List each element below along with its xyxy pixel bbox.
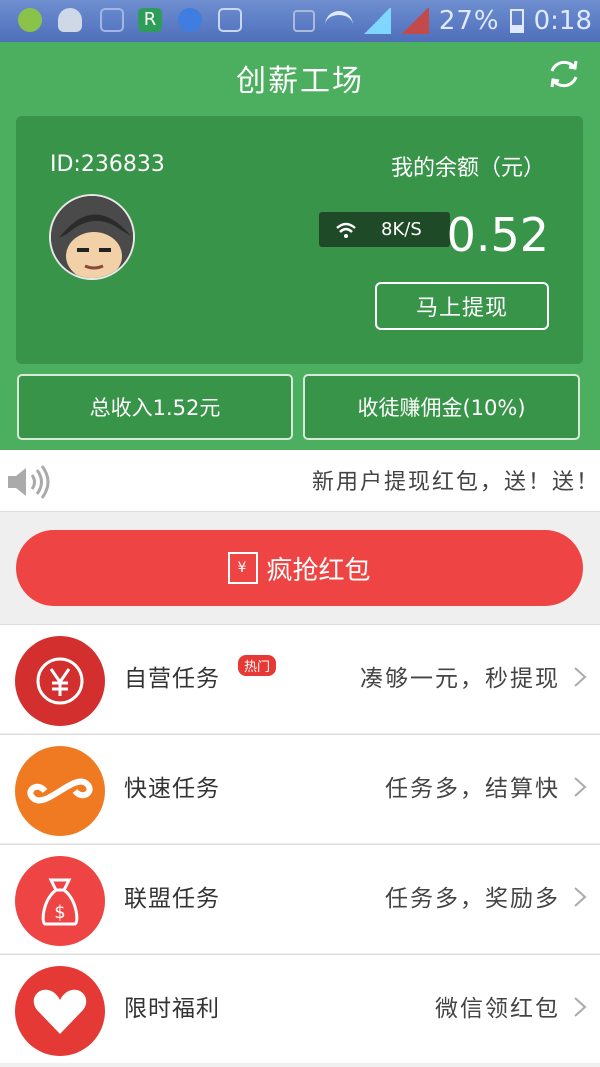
speed-badge: 8K/S: [319, 212, 450, 247]
browser-icon: [178, 8, 202, 32]
commission-button[interactable]: 收徒赚佣金(10%): [303, 374, 580, 440]
signal-3g-icon: [362, 8, 391, 34]
task-row-alliance[interactable]: $ 联盟任务 任务多，奖励多: [0, 844, 600, 953]
notice-text: 新用户提现红包，送！送！: [311, 470, 600, 495]
infinity-icon: [15, 746, 105, 836]
refresh-icon[interactable]: [546, 56, 582, 92]
user-id: ID:236833: [50, 152, 165, 177]
total-income-button[interactable]: 总收入1.52元: [17, 374, 293, 440]
chevron-right-icon: [574, 777, 587, 797]
gallery-icon: [218, 8, 242, 32]
grab-button-label: 疯抢红包: [266, 555, 371, 586]
r-app-icon: R: [138, 8, 162, 32]
task-description: 微信领红包: [435, 996, 560, 1022]
task-description: 任务多，结算快: [385, 776, 560, 802]
task-description: 凑够一元，秒提现: [360, 666, 560, 692]
balance-label: 我的余额（元）: [390, 156, 545, 181]
weather-icon: [58, 8, 82, 32]
task-title: 联盟任务: [124, 886, 220, 912]
withdraw-button[interactable]: 马上提现: [375, 282, 549, 330]
avatar[interactable]: [49, 194, 135, 280]
task-row-limited-welfare[interactable]: 限时福利 微信领红包: [0, 954, 600, 1063]
money-bag-icon: $: [15, 856, 105, 946]
speaker-icon: [8, 465, 50, 499]
task-title: 快速任务: [124, 776, 220, 802]
speed-value: 8K/S: [381, 219, 422, 240]
battery-icon: [509, 9, 524, 33]
red-envelope-icon: ¥: [228, 552, 259, 584]
balance-card: ID:236833 我的余额（元） 8K/S 0.52 马上提现: [16, 116, 583, 364]
app-notification-icon: [18, 8, 42, 32]
account-header: 创薪工场 ID:236833 我的余额（元） 8K/S 0.52 马上提现 总收…: [0, 42, 600, 450]
balance-amount: 0.52: [446, 208, 549, 262]
status-bar: R 27% 0:18: [0, 0, 600, 42]
task-description: 任务多，奖励多: [385, 886, 560, 912]
task-title: 限时福利: [124, 996, 220, 1022]
chevron-right-icon: [574, 997, 587, 1017]
yen-icon: [15, 636, 105, 726]
task-row-self-operated[interactable]: 自营任务 热门 凑够一元，秒提现: [0, 624, 600, 733]
page-title: 创薪工场: [236, 64, 364, 99]
wifi-notification-icon: [100, 8, 124, 32]
task-row-quick[interactable]: 快速任务 任务多，结算快: [0, 734, 600, 843]
task-title: 自营任务: [124, 666, 220, 692]
notice-bar[interactable]: 新用户提现红包，送！送！: [0, 450, 600, 512]
svg-text:$: $: [54, 902, 65, 923]
grab-area: ¥ 疯抢红包: [0, 512, 600, 624]
grab-red-envelope-button[interactable]: ¥ 疯抢红包: [16, 530, 583, 606]
signal-icon: [400, 8, 429, 34]
wifi-signal-icon: [324, 11, 353, 31]
hot-badge: 热门: [238, 655, 277, 676]
mute-icon: [292, 10, 315, 32]
chevron-right-icon: [574, 667, 587, 687]
battery-percent: 27%: [438, 6, 500, 36]
clock: 0:18: [533, 6, 592, 36]
avatar-image: [51, 196, 133, 278]
envelope-symbol: ¥: [237, 560, 247, 576]
wifi-icon: [336, 222, 356, 238]
chevron-right-icon: [574, 887, 587, 907]
heart-icon: [15, 966, 105, 1056]
